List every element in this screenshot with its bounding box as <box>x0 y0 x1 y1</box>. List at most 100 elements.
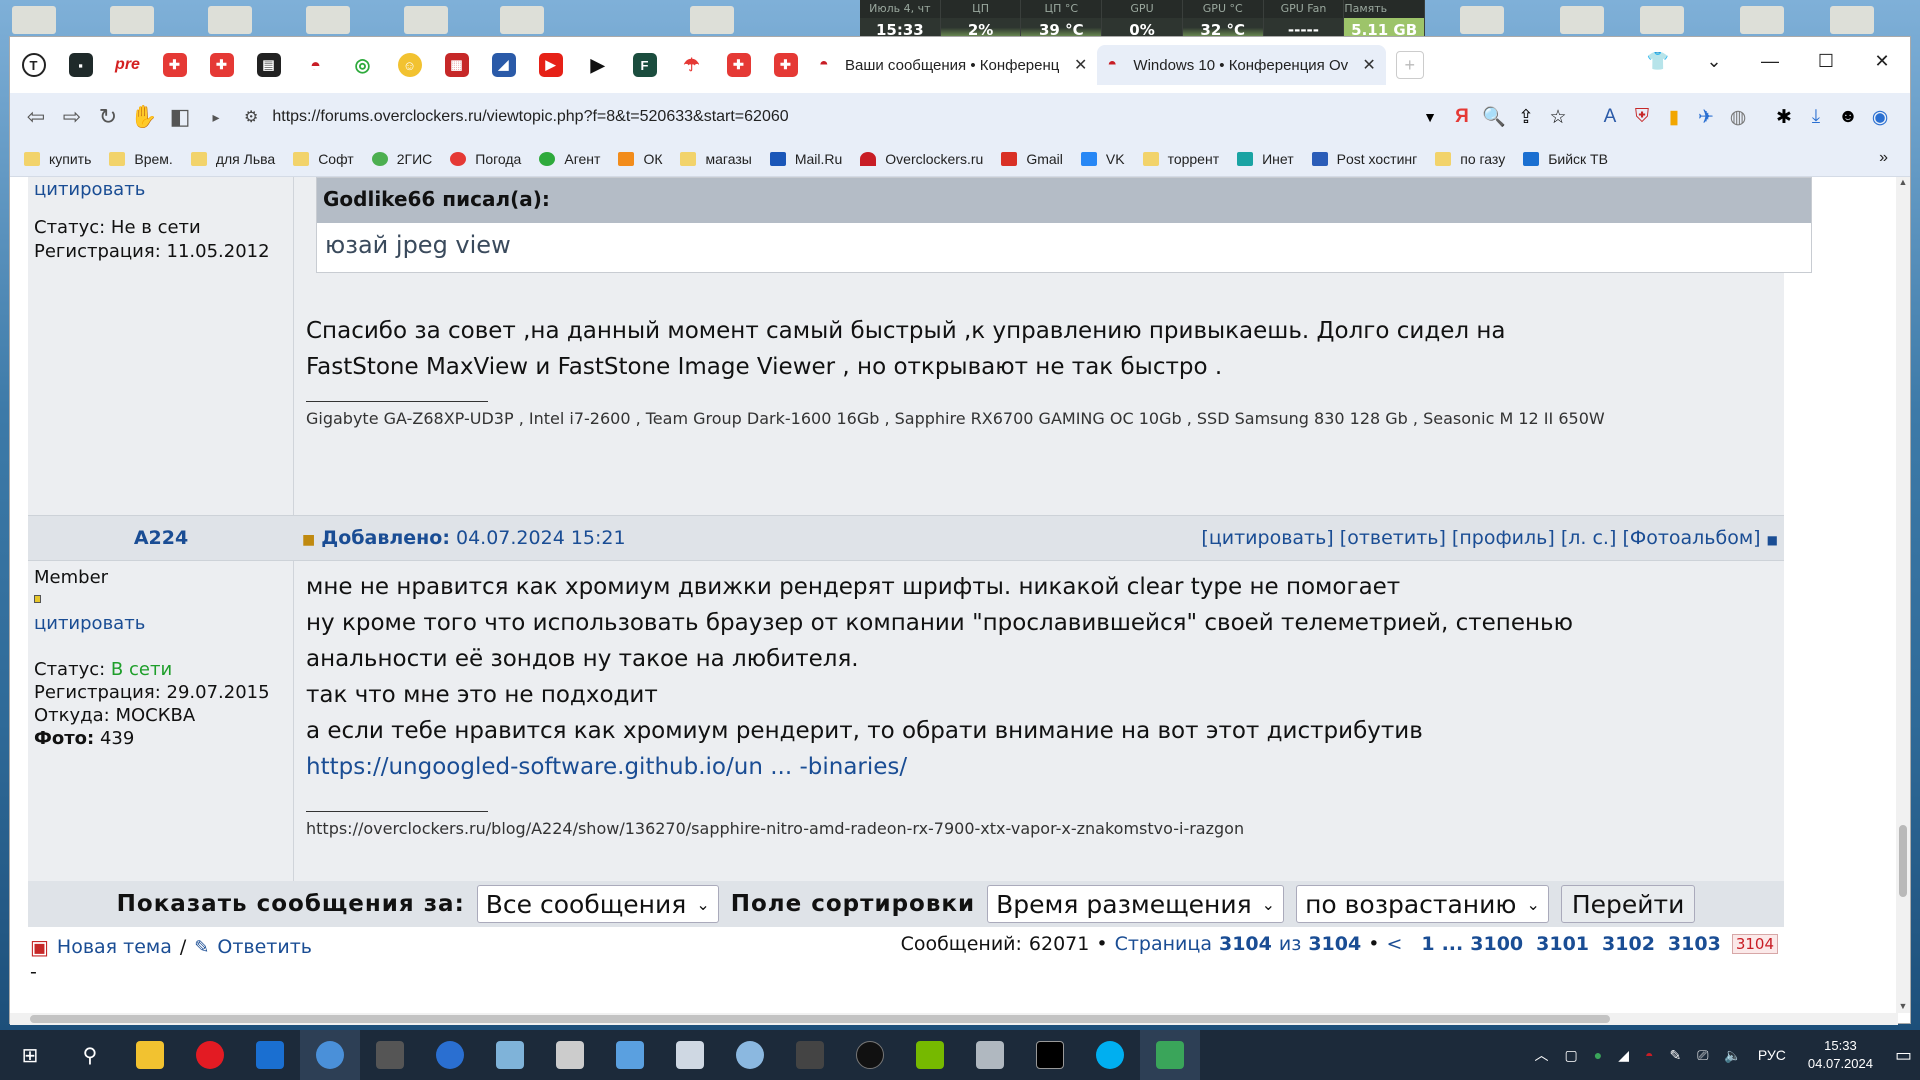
bookmark-item[interactable]: Overclockers.ru <box>860 151 983 167</box>
dropdown-arrow-icon[interactable]: ▼ <box>1414 109 1446 125</box>
browser-icon[interactable] <box>300 1030 360 1080</box>
scroll-down-icon[interactable]: ▼ <box>1896 1001 1910 1011</box>
star-icon[interactable]: ☆ <box>1542 106 1574 129</box>
bookmark-item[interactable]: Софт <box>293 151 354 167</box>
desktop-icon[interactable] <box>1830 6 1874 34</box>
share-icon[interactable]: ⇪ <box>1510 106 1542 129</box>
minimize-icon[interactable]: — <box>1742 51 1798 72</box>
paint-icon[interactable] <box>720 1030 780 1080</box>
bookmark-item[interactable]: Врем. <box>109 151 173 167</box>
desktop-icon[interactable] <box>404 6 448 34</box>
bookmark-ext-icon[interactable]: ▮ <box>1658 106 1690 129</box>
bookmark-item[interactable]: Gmail <box>1001 151 1063 167</box>
show-posts-select[interactable]: Все сообщения ⌄ <box>476 885 719 923</box>
settings-ext-icon[interactable]: ◉ <box>1864 106 1896 129</box>
sort-field-select[interactable]: Время размещения ⌄ <box>987 885 1285 923</box>
notes-icon[interactable] <box>480 1030 540 1080</box>
page-link[interactable]: 3103 <box>1668 933 1721 955</box>
bookmark-item[interactable]: по газу <box>1435 151 1505 167</box>
bookmark-item[interactable]: Инет <box>1237 151 1294 167</box>
pinned-tab-calendar-icon[interactable]: ▦ <box>433 45 480 85</box>
bookmark-item[interactable]: 2ГИС <box>371 151 432 167</box>
go-button[interactable]: Перейти <box>1560 885 1696 923</box>
bookmark-item[interactable]: Mail.Ru <box>769 151 842 167</box>
yandex-icon[interactable]: Я <box>1446 106 1478 128</box>
network-icon[interactable]: ⎚ <box>1697 1047 1708 1064</box>
prev-page-link[interactable]: < <box>1386 933 1402 955</box>
photo-album-action[interactable]: [Фотоальбом] <box>1622 527 1760 549</box>
calculator-icon[interactable] <box>780 1030 840 1080</box>
overclockers-tray-icon[interactable]: ◓ <box>1645 1047 1653 1063</box>
post-author-name[interactable]: A224 <box>28 516 294 560</box>
pinned-tab-screen-icon[interactable]: ▪ <box>57 45 104 85</box>
bookmark-item[interactable]: Post хостинг <box>1311 151 1417 167</box>
chevron-down-icon[interactable]: ⌄ <box>1686 51 1742 72</box>
clipboard-icon[interactable] <box>540 1030 600 1080</box>
pm-action[interactable]: [л. с.] <box>1561 527 1617 549</box>
scroll-thumb[interactable] <box>30 1015 1610 1023</box>
pinned-tab-f-icon[interactable]: F <box>621 45 668 85</box>
reply-action[interactable]: [ответить] <box>1340 527 1446 549</box>
pinned-tab-plus-icon[interactable]: ✚ <box>198 45 245 85</box>
plane-icon[interactable]: ✈ <box>1690 106 1722 129</box>
bookmark-item[interactable]: торрент <box>1142 151 1219 167</box>
pinned-tab-agent-icon[interactable]: ◎ <box>339 45 386 85</box>
wireless-icon[interactable]: ◢ <box>1618 1047 1629 1064</box>
new-tab-button[interactable]: + <box>1395 51 1424 79</box>
sort-order-select[interactable]: по возрастанию ⌄ <box>1296 885 1549 923</box>
desktop-icon[interactable] <box>1740 6 1784 34</box>
globe-icon[interactable]: ◍ <box>1722 106 1754 129</box>
desktop-icon[interactable] <box>110 6 154 34</box>
close-window-icon[interactable]: ✕ <box>1854 51 1910 72</box>
horizontal-scrollbar[interactable] <box>10 1013 1898 1025</box>
close-icon[interactable]: ✕ <box>1074 55 1087 75</box>
pinned-tab-play-icon[interactable]: ▶ <box>574 45 621 85</box>
forward-arrow-icon[interactable]: ⇨ <box>54 104 90 130</box>
windows-start-icon[interactable]: ⊞ <box>0 1030 60 1080</box>
desktop-icon[interactable] <box>208 6 252 34</box>
profile-action[interactable]: [профиль] <box>1452 527 1555 549</box>
pinned-tab-overclockers-icon[interactable]: ◓ <box>292 45 339 85</box>
bookmark-item[interactable]: Агент <box>539 151 600 167</box>
image-viewer-icon[interactable] <box>660 1030 720 1080</box>
profile-ext-icon[interactable]: ☻ <box>1832 106 1864 128</box>
shirt-icon[interactable]: 👕 <box>1630 51 1686 72</box>
pinned-tab-t-icon[interactable]: T <box>10 45 57 85</box>
tray-app-icon[interactable]: ▢ <box>1565 1047 1578 1064</box>
chevron-right-icon[interactable]: » <box>1879 149 1888 167</box>
pinned-tab-youtube-icon[interactable]: ▶ <box>527 45 574 85</box>
play-small-icon[interactable]: ▸ <box>198 109 234 126</box>
scroll-thumb[interactable] <box>1899 825 1907 897</box>
search-icon[interactable]: ⚲ <box>60 1030 120 1080</box>
app-icon[interactable] <box>240 1030 300 1080</box>
maximize-icon[interactable]: ☐ <box>1798 51 1854 72</box>
circle-app-icon[interactable] <box>840 1030 900 1080</box>
pinned-tab-chart-icon[interactable]: ◢ <box>480 45 527 85</box>
pinned-tab-weather-icon[interactable]: ☂ <box>668 45 715 85</box>
tab-messages[interactable]: ◓ Ваши сообщения • Конференц ✕ <box>809 45 1097 85</box>
bookmark-item[interactable]: для Льва <box>190 151 275 167</box>
bookmark-item[interactable]: ОК <box>618 151 662 167</box>
pinned-tab-plus-icon[interactable]: ✚ <box>715 45 762 85</box>
language-indicator[interactable]: РУС <box>1758 1047 1786 1063</box>
sidebar-icon[interactable]: ◧ <box>162 104 198 130</box>
reply-link[interactable]: Ответить <box>217 936 312 958</box>
quote-link[interactable]: цитировать <box>34 613 145 634</box>
hand-icon[interactable]: ✋ <box>126 104 162 130</box>
pinned-tab-pre-icon[interactable]: pre <box>104 45 151 85</box>
page-link[interactable]: 3100 <box>1470 933 1523 955</box>
close-icon[interactable]: ✕ <box>1362 55 1375 75</box>
shield-check-icon[interactable]: ● <box>1594 1047 1602 1063</box>
file-explorer-icon[interactable] <box>120 1030 180 1080</box>
notifications-icon[interactable]: ▭ <box>1895 1045 1912 1066</box>
nvidia-icon[interactable] <box>900 1030 960 1080</box>
zoom-icon[interactable]: 🔍 <box>1478 105 1510 129</box>
url-text[interactable]: https://forums.overclockers.ru/viewtopic… <box>272 108 788 126</box>
tab-windows-10[interactable]: ◓ Windows 10 • Конференция Ov ✕ <box>1097 45 1386 85</box>
terminal-icon[interactable] <box>1020 1030 1080 1080</box>
desktop-icon[interactable] <box>1560 6 1604 34</box>
clock[interactable]: 15:33 04.07.2024 <box>1808 1037 1873 1073</box>
pinned-tab-yellow-icon[interactable]: ☺ <box>386 45 433 85</box>
b-app-icon[interactable] <box>420 1030 480 1080</box>
bookmark-item[interactable]: магазы <box>680 151 752 167</box>
